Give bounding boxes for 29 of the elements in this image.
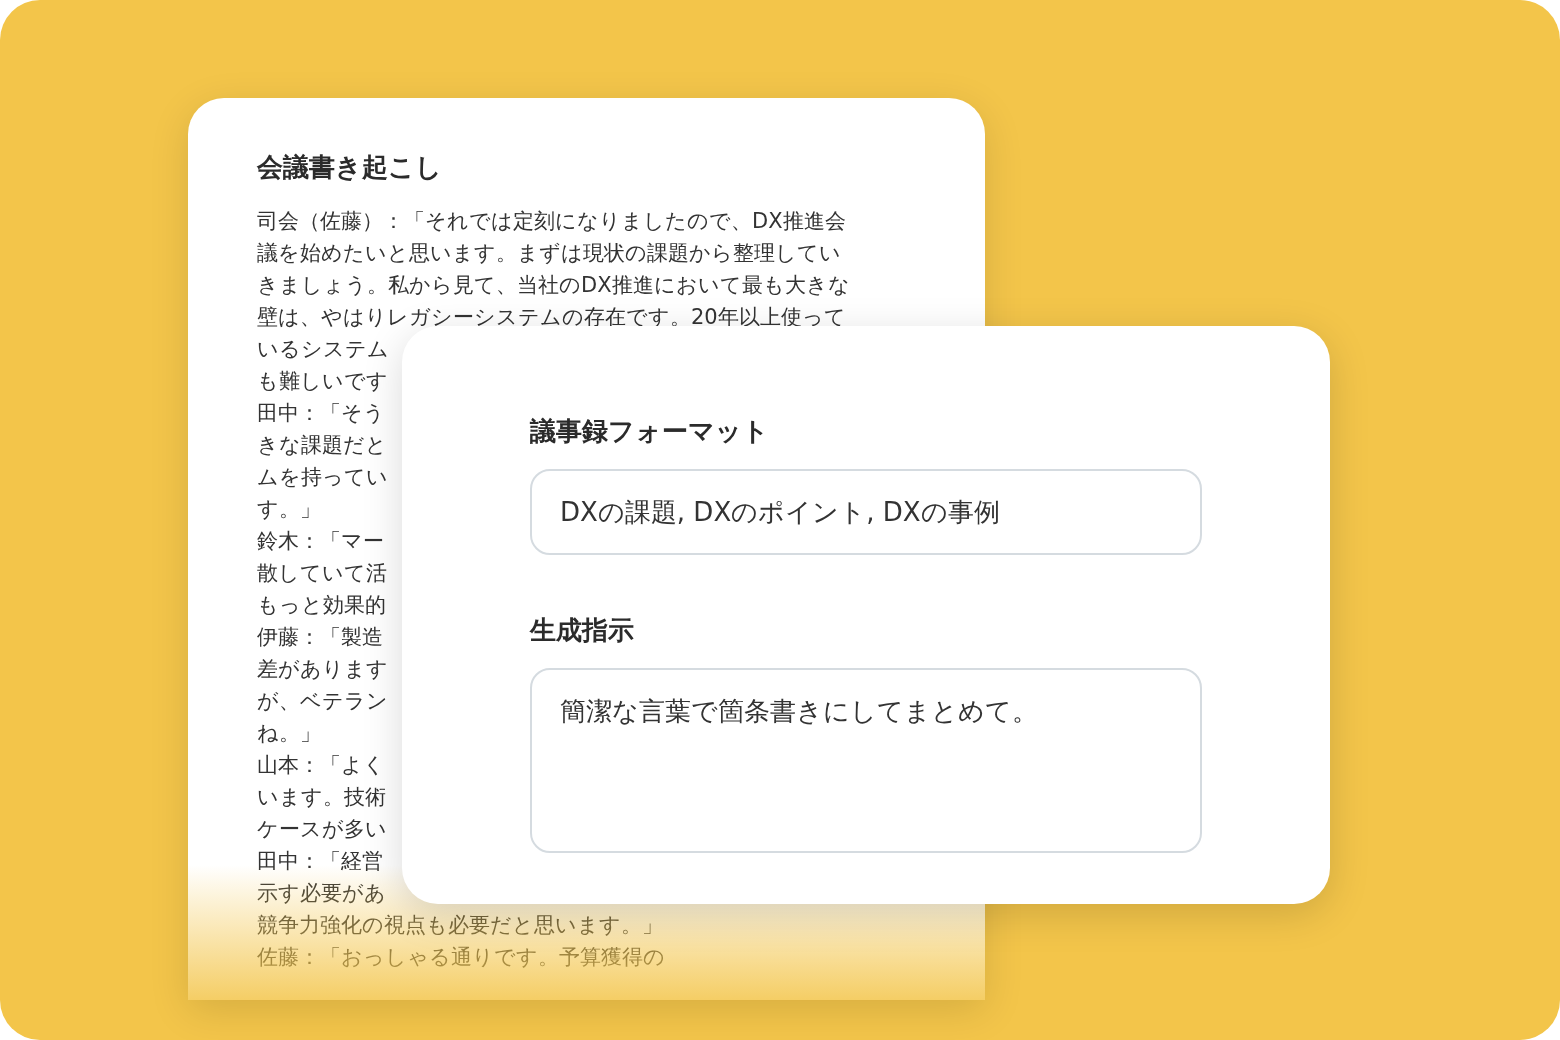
field-label: 議事録フォーマット	[530, 415, 769, 448]
transcript-line: いるシステム	[257, 336, 389, 363]
transcript-line: います。技術	[257, 784, 386, 811]
transcript-line: ケースが多い	[257, 816, 387, 843]
transcript-line: 壁は、やはりレガシーシステムの存在です。20年以上使って	[257, 304, 846, 331]
transcript-line: きましょう。私から見て、当社のDX推進において最も大きな	[257, 272, 850, 299]
transcript-line: 競争力強化の視点も必要だと思います。」	[257, 912, 663, 939]
transcript-line: 鈴木：「マー	[257, 528, 384, 555]
transcript-line: 示す必要があ	[257, 880, 386, 907]
transcript-line: 佐藤：「おっしゃる通りです。予算獲得の	[257, 944, 665, 971]
transcript-line: 司会（佐藤）：「それでは定刻になりましたので、DX推進会	[257, 208, 846, 235]
transcript-line: す。」	[257, 496, 321, 523]
transcript-line: 差があります	[257, 656, 388, 683]
transcript-line: もっと効果的	[257, 592, 386, 619]
transcript-line: も難しいです	[257, 368, 388, 395]
transcript-line: ムを持ってい	[257, 464, 388, 491]
transcript-line: 山本：「よく	[257, 752, 385, 779]
transcript-line: 田中：「そう	[257, 400, 385, 427]
transcript-line: ね。」	[257, 720, 321, 747]
transcript-line: が、ベテラン	[257, 688, 388, 715]
transcript-line: 散していて活	[257, 560, 387, 587]
transcript-line: きな課題だと	[257, 432, 387, 459]
transcript-line: 議を始めたいと思います。まずは現状の課題から整理してい	[257, 240, 841, 267]
instruction-text-area[interactable]: 簡潔な言葉で箇条書きにしてまとめて。	[530, 668, 1202, 853]
transcript-line: 伊藤：「製造	[257, 624, 383, 651]
format-input-field[interactable]: DXの課題, DXのポイント, DXの事例	[530, 469, 1202, 555]
transcript-line: 田中：「経営	[257, 848, 383, 875]
transcript-title: 会議書き起こし	[257, 151, 443, 184]
field-label: 生成指示	[530, 614, 634, 647]
